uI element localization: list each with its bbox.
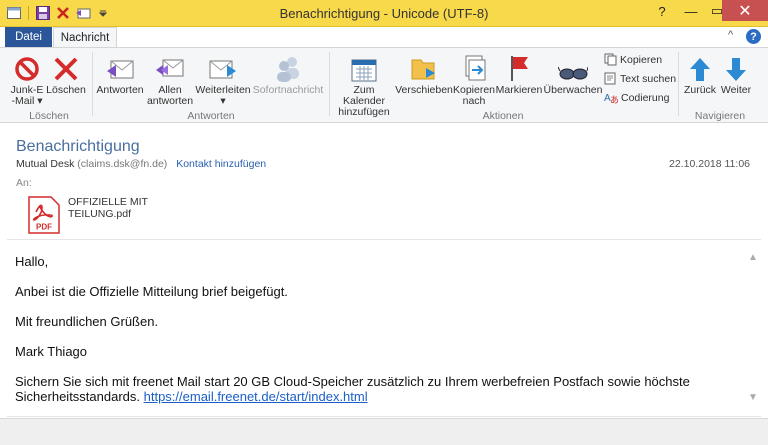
reply-all-label-line2: antworten [146,95,194,107]
copy-button[interactable]: Kopieren [604,53,662,66]
reply-all-button[interactable]: Allen antworten [146,52,194,107]
watch-button[interactable]: Überwachen [544,52,602,96]
footer-text: Sicherheitsstandards. [15,389,144,404]
body-line-2: Mit freundlichen Grüßen. [15,314,159,329]
group-separator [92,52,93,116]
folder-move-icon [410,52,438,82]
message-body[interactable]: Hallo, Anbei ist die Offizielle Mitteilu… [7,239,761,417]
copy-to-label-line2: nach [462,95,486,107]
copy-label: Kopieren [620,53,663,66]
tab-file[interactable]: Datei [5,27,52,47]
move-label: Verschieben [395,84,453,96]
reply-label: Antworten [96,84,144,96]
freenet-link[interactable]: https://email.freenet.de/start/index.htm… [144,389,368,404]
reply-button[interactable]: Antworten [96,52,144,96]
flag-icon [506,52,532,82]
encoding-icon: Aあ [604,93,618,104]
forward-dropdown-arrow: ▾ [220,95,226,107]
instant-message-button[interactable]: Sofortnachricht [252,52,324,96]
body-line-1: Anbei ist die Offizielle Mitteilung brie… [15,284,288,299]
next-label: Weiter [720,84,752,96]
to-label: An: [16,177,32,189]
message-header: Benachrichtigung Mutual Desk (claims.dsk… [0,124,768,239]
previous-label: Zurück [683,84,717,96]
junk-button[interactable]: Junk-E -Mail ▾ [10,52,44,107]
reply-all-icon [155,52,185,82]
junk-icon [14,52,40,82]
ribbon: Junk-E -Mail ▾ Löschen Löschen Antworten… [0,47,768,123]
minimize-button[interactable]: — [678,0,704,22]
sender-name: Mutual Desk [16,158,75,170]
find-icon [604,72,616,85]
reply-envelope-icon [105,52,135,82]
forward-button[interactable]: Weiterleiten ▾ [195,52,251,107]
arrow-up-icon [688,52,712,82]
tab-message[interactable]: Nachricht [53,27,117,48]
delete-x-icon [53,52,79,82]
sender-line: Mutual Desk (claims.dsk@fn.de) Kontakt h… [16,158,266,170]
watch-label: Überwachen [543,84,603,96]
delete-label: Löschen [46,84,86,96]
pdf-badge-text: PDF [36,223,52,232]
title-bar: Benachrichtigung - Unicode (UTF-8) ? — ▭… [0,0,768,27]
flag-button[interactable]: Markieren [496,52,542,96]
find-label: Text suchen [620,72,677,85]
add-contact-link[interactable]: Kontakt hinzufügen [176,158,266,170]
next-button[interactable]: Weiter [718,52,754,96]
body-greeting: Hallo, [15,254,49,269]
delete-button[interactable]: Löschen [46,52,86,96]
help-icon[interactable]: ? [746,29,761,44]
group-label-delete: Löschen [29,110,69,122]
close-button[interactable]: ✕ [722,0,768,21]
forward-icon [208,52,238,82]
previous-button[interactable]: Zurück [682,52,718,96]
find-text-button[interactable]: Text suchen [604,72,676,85]
copy-icon [604,53,617,66]
group-label-navigate: Navigieren [694,110,746,122]
collapse-ribbon-button[interactable]: ^ [728,29,733,41]
add-to-calendar-button[interactable]: Zum Kalender hinzufügen [333,52,395,118]
svg-text:あ: あ [610,95,618,104]
message-date: 22.10.2018 11:06 [669,158,750,170]
group-separator [329,52,330,116]
pdf-file-icon: PDF [28,196,60,234]
help-button[interactable]: ? [650,0,674,22]
sender-email: (claims.dsk@fn.de) [77,158,168,170]
message-subject: Benachrichtigung [16,138,140,155]
calendar-label-line1: Zum Kalender [342,84,386,107]
attachment[interactable]: PDF OFFIZIELLE MITTEILUNG.pdf [28,196,148,234]
move-button[interactable]: Verschieben [395,52,453,96]
encoding-label: Codierung [621,91,670,104]
status-bar [0,418,768,445]
group-separator [678,52,679,116]
people-icon [274,52,302,82]
scroll-down-icon[interactable]: ▼ [748,392,758,403]
group-label-respond: Antworten [187,110,235,122]
junk-label-line2: -Mail ▾ [11,95,43,107]
encoding-button[interactable]: Aあ Codierung [604,91,670,105]
copy-to-button[interactable]: Kopieren nach [453,52,495,107]
copy-to-folder-icon [460,52,488,82]
vertical-scrollbar[interactable]: ▲ ▼ [745,240,761,416]
flag-label: Markieren [495,84,543,96]
body-footer-line-1: Sichern Sie sich mit freenet Mail start … [15,374,690,389]
attachment-name: OFFIZIELLE MITTEILUNG.pdf [68,196,148,220]
group-label-actions: Aktionen [482,110,524,122]
scroll-up-icon[interactable]: ▲ [748,252,758,263]
instant-message-label: Sofortnachricht [252,84,324,96]
body-footer-line-2: Sicherheitsstandards. https://email.free… [15,389,368,404]
body-signature: Mark Thiago [15,344,88,359]
calendar-icon [351,52,377,82]
arrow-down-icon [724,52,748,82]
glasses-icon [558,52,588,82]
ribbon-tabs: Datei Nachricht ^ ? [0,27,768,48]
